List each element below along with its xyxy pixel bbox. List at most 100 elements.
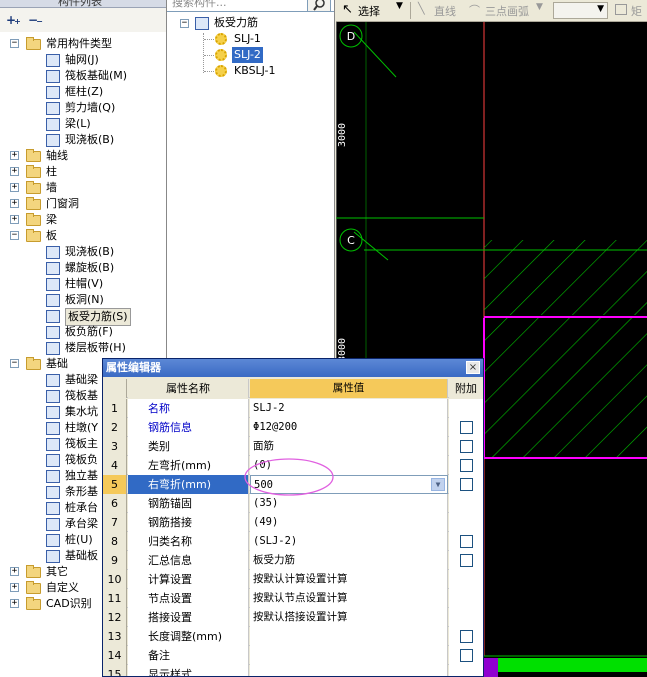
tree-group[interactable]: + 梁 bbox=[0, 212, 166, 228]
arc-button[interactable]: 三点画弧 bbox=[485, 3, 529, 19]
property-value[interactable]: SLJ-2 bbox=[250, 399, 448, 418]
property-row[interactable]: 13 长度调整(mm) bbox=[103, 627, 483, 646]
tree-item[interactable]: 板受力筋(S) bbox=[0, 308, 166, 326]
collapse-toggle[interactable]: − bbox=[10, 39, 19, 48]
attach-checkbox[interactable] bbox=[460, 421, 473, 434]
rect-icon bbox=[615, 4, 627, 15]
tree-group-label: 梁 bbox=[46, 213, 57, 226]
collapse-all-icon[interactable]: −− bbox=[28, 13, 43, 27]
tree-item[interactable]: 梁(L) bbox=[0, 116, 166, 132]
tree-item[interactable]: 螺旋板(B) bbox=[0, 260, 166, 276]
property-row[interactable]: 10 计算设置 按默认计算设置计算 bbox=[103, 570, 483, 589]
tree-group-label: 柱 bbox=[46, 165, 57, 178]
line-button[interactable]: 直线 bbox=[434, 3, 456, 19]
expand-toggle[interactable]: + bbox=[10, 215, 19, 224]
tree-item[interactable]: 剪力墙(Q) bbox=[0, 100, 166, 116]
expand-toggle[interactable]: + bbox=[10, 567, 19, 576]
chevron-down-icon[interactable]: ▼ bbox=[431, 478, 445, 491]
component-icon bbox=[46, 246, 60, 259]
expand-toggle[interactable]: + bbox=[10, 151, 19, 160]
tree-group[interactable]: − 常用构件类型 bbox=[0, 36, 166, 52]
list-item[interactable]: KBSLJ-1 bbox=[232, 63, 278, 79]
list-item[interactable]: SLJ-2 bbox=[232, 47, 263, 63]
close-button[interactable]: × bbox=[466, 361, 480, 374]
attach-checkbox[interactable] bbox=[460, 440, 473, 453]
list-item[interactable]: SLJ-1 bbox=[232, 31, 263, 47]
expand-toggle[interactable]: + bbox=[10, 199, 19, 208]
property-row[interactable]: 11 节点设置 按默认节点设置计算 bbox=[103, 589, 483, 608]
property-value[interactable]: Φ12@200 bbox=[250, 418, 448, 437]
collapse-toggle[interactable]: − bbox=[180, 19, 189, 28]
property-row[interactable]: 14 备注 bbox=[103, 646, 483, 665]
tree-group[interactable]: − 板 bbox=[0, 228, 166, 244]
tree-group-label: 墙 bbox=[46, 181, 57, 194]
tree-group[interactable]: + 轴线 bbox=[0, 148, 166, 164]
property-row[interactable]: 8 归类名称 (SLJ-2) bbox=[103, 532, 483, 551]
property-value[interactable]: 板受力筋 bbox=[250, 551, 448, 570]
tree-item[interactable]: 现浇板(B) bbox=[0, 244, 166, 260]
tree-item[interactable]: 板负筋(F) bbox=[0, 324, 166, 340]
attach-checkbox[interactable] bbox=[460, 478, 473, 491]
property-value[interactable]: 面筋 bbox=[250, 437, 448, 456]
expand-toggle[interactable]: + bbox=[10, 599, 19, 608]
property-row[interactable]: 1 名称 SLJ-2 bbox=[103, 399, 483, 418]
property-value-text: 板受力筋 bbox=[253, 554, 295, 566]
tree-item[interactable]: 轴网(J) bbox=[0, 52, 166, 68]
list-root[interactable]: 板受力筋 bbox=[214, 15, 258, 31]
attach-checkbox[interactable] bbox=[460, 649, 473, 662]
tree-group[interactable]: + 门窗洞 bbox=[0, 196, 166, 212]
tree-item-label: 筏板负 bbox=[65, 453, 98, 466]
component-icon bbox=[46, 550, 60, 563]
tree-item[interactable]: 现浇板(B) bbox=[0, 132, 166, 148]
tree-group[interactable]: + 墙 bbox=[0, 180, 166, 196]
slab-region-lower[interactable] bbox=[484, 318, 647, 458]
select-button[interactable]: 选择 bbox=[358, 3, 380, 19]
chevron-down-icon[interactable]: ▼ bbox=[396, 1, 403, 11]
property-name: 搭接设置 bbox=[128, 608, 249, 627]
tree-item[interactable]: 筏板基础(M) bbox=[0, 68, 166, 84]
property-row[interactable]: 15 显示样式 bbox=[103, 665, 483, 676]
slab-region-upper[interactable] bbox=[484, 240, 647, 315]
property-row[interactable]: 7 钢筋搭接 (49) bbox=[103, 513, 483, 532]
property-value[interactable] bbox=[250, 646, 448, 665]
property-value[interactable]: 按默认计算设置计算 bbox=[250, 570, 448, 589]
grid-header: 属性名称 属性值 附加 bbox=[103, 379, 483, 398]
property-value[interactable]: 按默认节点设置计算 bbox=[250, 589, 448, 608]
property-value[interactable]: (SLJ-2) bbox=[250, 532, 448, 551]
property-value[interactable]: (49) bbox=[250, 513, 448, 532]
property-value[interactable]: 按默认搭接设置计算 bbox=[250, 608, 448, 627]
attach-checkbox[interactable] bbox=[460, 459, 473, 472]
add-cell bbox=[449, 494, 483, 513]
mode-select[interactable]: ▼ bbox=[553, 2, 608, 19]
property-row[interactable]: 2 钢筋信息 Φ12@200 bbox=[103, 418, 483, 437]
expand-toggle[interactable]: + bbox=[10, 583, 19, 592]
collapse-toggle[interactable]: − bbox=[10, 359, 19, 368]
property-value[interactable] bbox=[250, 665, 448, 676]
attach-checkbox[interactable] bbox=[460, 630, 473, 643]
property-name: 显示样式 bbox=[128, 665, 249, 676]
tree-group-label: 常用构件类型 bbox=[46, 37, 112, 50]
property-row[interactable]: 3 类别 面筋 bbox=[103, 437, 483, 456]
collapse-toggle[interactable]: − bbox=[10, 231, 19, 240]
property-name: 左弯折(mm) bbox=[128, 456, 249, 475]
expand-toggle[interactable]: + bbox=[10, 167, 19, 176]
tree-item-label: 筏板基 bbox=[65, 389, 98, 402]
property-editor-title[interactable]: 属性编辑器 bbox=[103, 359, 483, 377]
property-value[interactable] bbox=[250, 627, 448, 646]
property-row[interactable]: 9 汇总信息 板受力筋 bbox=[103, 551, 483, 570]
expand-toggle[interactable]: + bbox=[10, 183, 19, 192]
property-row[interactable]: 12 搭接设置 按默认搭接设置计算 bbox=[103, 608, 483, 627]
tree-item[interactable]: 楼层板带(H) bbox=[0, 340, 166, 356]
search-icon bbox=[313, 0, 325, 11]
tree-group-label: 门窗洞 bbox=[46, 197, 79, 210]
tree-group[interactable]: + 柱 bbox=[0, 164, 166, 180]
tree-item[interactable]: 板洞(N) bbox=[0, 292, 166, 308]
component-icon bbox=[46, 54, 60, 67]
attach-checkbox[interactable] bbox=[460, 535, 473, 548]
tree-item[interactable]: 柱帽(V) bbox=[0, 276, 166, 292]
tree-item[interactable]: 框柱(Z) bbox=[0, 84, 166, 100]
chevron-down-icon[interactable]: ▼ bbox=[536, 2, 543, 12]
attach-checkbox[interactable] bbox=[460, 554, 473, 567]
expand-all-icon[interactable]: ++ bbox=[6, 13, 21, 27]
search-button[interactable] bbox=[307, 0, 331, 12]
